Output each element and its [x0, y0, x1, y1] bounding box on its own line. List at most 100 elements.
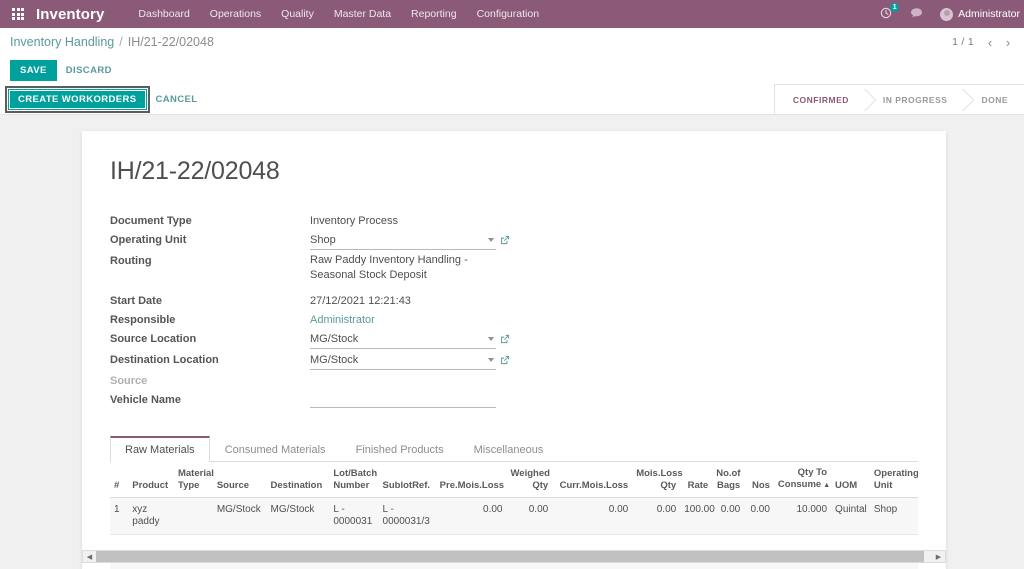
label-responsible: Responsible: [110, 314, 176, 326]
cell-source[interactable]: MG/Stock: [212, 497, 267, 535]
col-curr-mois-loss[interactable]: Curr.Mois.Loss: [552, 462, 633, 498]
menu-item-operations[interactable]: Operations: [200, 2, 271, 26]
cell-nos[interactable]: 0.00: [744, 497, 774, 535]
col-material-type[interactable]: Material Type: [173, 462, 214, 498]
chat-bubble-icon[interactable]: [901, 0, 932, 28]
destination-location-external-link-icon[interactable]: [496, 351, 514, 365]
col-source[interactable]: Source: [212, 462, 267, 498]
cell-rate[interactable]: 100.00: [680, 497, 715, 535]
col-qty-to-consume-label: Qty To Consume: [777, 467, 828, 490]
label-operating-unit: Operating Unit: [110, 234, 187, 246]
cell-product[interactable]: xyz paddy: [128, 497, 174, 535]
tab-finished-products[interactable]: Finished Products: [341, 436, 459, 462]
scroll-right-arrow-icon[interactable]: ▶: [932, 551, 945, 562]
destination-location-select[interactable]: MG/Stock: [310, 351, 496, 370]
breadcrumb-parent-link[interactable]: Inventory Handling: [10, 35, 114, 49]
col-mois-loss-qty[interactable]: Mois.Loss Qty: [632, 462, 683, 498]
col-weighed-qty[interactable]: Weighed Qty: [506, 462, 553, 498]
value-source: [310, 372, 496, 374]
col-uom[interactable]: UOM: [831, 462, 870, 498]
value-source-location: MG/Stock: [310, 333, 359, 345]
col-rate[interactable]: Rate: [680, 462, 713, 498]
status-step-in-progress[interactable]: IN PROGRESS: [864, 84, 964, 115]
col-lot-batch-number[interactable]: Lot/Batch Number: [329, 462, 379, 498]
col-pre-mois-loss[interactable]: Pre.Mois.Loss: [435, 462, 507, 498]
user-menu[interactable]: Administrator: [932, 7, 1024, 21]
status-step-confirmed[interactable]: CONFIRMED: [773, 84, 865, 115]
chevron-down-icon: [488, 238, 494, 242]
clock-activity-icon[interactable]: 1: [871, 0, 901, 28]
breadcrumb: Inventory Handling / IH/21-22/02048 1 / …: [0, 28, 1024, 56]
cell-material-type[interactable]: [173, 497, 213, 535]
navbar-right-tools: 1 Administrator: [871, 0, 1024, 28]
horizontal-scrollbar[interactable]: ◀ ▶: [82, 550, 946, 563]
value-responsible[interactable]: Administrator: [310, 311, 496, 330]
menu-item-quality[interactable]: Quality: [271, 2, 324, 26]
cell-destination[interactable]: MG/Stock: [266, 497, 330, 535]
col-destination[interactable]: Destination: [266, 462, 330, 498]
cell-index: 1: [110, 497, 129, 535]
vehicle-name-input[interactable]: [310, 391, 496, 408]
label-destination-location: Destination Location: [110, 354, 219, 366]
avatar: [940, 7, 954, 21]
cell-qty-to-consume[interactable]: 10.000: [773, 497, 832, 535]
chevron-right-icon[interactable]: ›: [1000, 32, 1016, 52]
scrollbar-track[interactable]: [96, 551, 932, 562]
chevron-left-icon[interactable]: ‹: [982, 32, 998, 52]
sort-ascending-icon: ▲: [823, 482, 831, 489]
col-no-of-bags[interactable]: No.of Bags: [712, 462, 745, 498]
value-operating-unit: Shop: [310, 234, 336, 246]
cell-uom[interactable]: Quintal: [831, 497, 870, 535]
cell-weighed-qty[interactable]: 0.00: [506, 497, 553, 535]
breadcrumb-current: IH/21-22/02048: [127, 35, 214, 49]
cancel-button[interactable]: CANCEL: [147, 89, 208, 110]
value-document-type: Inventory Process: [310, 215, 399, 227]
label-source: Source: [110, 375, 148, 387]
main-menu: Dashboard Operations Quality Master Data…: [128, 2, 549, 26]
edit-actions-row: SAVE DISCARD: [0, 56, 1024, 84]
form-fields: Document Type Inventory Process Operatin…: [110, 212, 918, 410]
table-row[interactable]: 1 xyz paddy MG/Stock MG/Stock L - 000003…: [110, 497, 918, 535]
chevron-down-icon: [488, 358, 494, 362]
tab-raw-materials[interactable]: Raw Materials: [110, 436, 210, 462]
notebook-tabs: Raw Materials Consumed Materials Finishe…: [110, 436, 918, 462]
apps-grid-icon[interactable]: [10, 6, 26, 22]
user-name: Administrator: [958, 8, 1020, 20]
col-product[interactable]: Product: [128, 462, 174, 498]
source-location-select[interactable]: MG/Stock: [310, 330, 496, 349]
operating-unit-external-link-icon[interactable]: [496, 231, 514, 245]
col-sublot-ref[interactable]: SublotRef.: [378, 462, 436, 498]
cell-sublot-ref[interactable]: L - 0000031/3: [378, 497, 436, 535]
col-qty-to-consume[interactable]: Qty To Consume ▲: [773, 462, 832, 498]
source-location-external-link-icon[interactable]: [496, 330, 514, 344]
operating-unit-select[interactable]: Shop: [310, 231, 496, 250]
status-bar: CONFIRMED IN PROGRESS DONE: [773, 84, 1024, 115]
cell-pre-mois-loss[interactable]: 0.00: [435, 497, 507, 535]
cell-operating-unit[interactable]: Shop: [869, 497, 918, 535]
menu-item-reporting[interactable]: Reporting: [401, 2, 467, 26]
label-start-date: Start Date: [110, 295, 162, 307]
chevron-down-icon: [488, 337, 494, 341]
save-button[interactable]: SAVE: [10, 59, 57, 81]
app-name[interactable]: Inventory: [36, 6, 104, 23]
menu-item-dashboard[interactable]: Dashboard: [128, 2, 199, 26]
cell-curr-mois-loss[interactable]: 0.00: [552, 497, 633, 535]
col-nos[interactable]: Nos: [744, 462, 774, 498]
col-index[interactable]: #: [110, 462, 129, 498]
create-workorders-button[interactable]: CREATE WORKORDERS: [5, 85, 150, 113]
value-start-date: 27/12/2021 12:21:43: [310, 295, 411, 307]
cell-no-of-bags[interactable]: 0.00: [712, 497, 745, 535]
menu-item-master-data[interactable]: Master Data: [324, 2, 401, 26]
col-operating-unit[interactable]: Operating Unit: [869, 462, 918, 498]
discard-button[interactable]: DISCARD: [57, 60, 122, 81]
cell-mois-loss-qty[interactable]: 0.00: [632, 497, 681, 535]
scroll-left-arrow-icon[interactable]: ◀: [83, 551, 96, 562]
tab-miscellaneous[interactable]: Miscellaneous: [459, 436, 559, 462]
menu-item-configuration[interactable]: Configuration: [467, 2, 549, 26]
scrollbar-thumb[interactable]: [96, 551, 924, 562]
page-body: IH/21-22/02048 Document Type Inventory P…: [0, 115, 1024, 569]
tab-consumed-materials[interactable]: Consumed Materials: [210, 436, 341, 462]
cell-lot-batch-number[interactable]: L - 0000031: [329, 497, 379, 535]
